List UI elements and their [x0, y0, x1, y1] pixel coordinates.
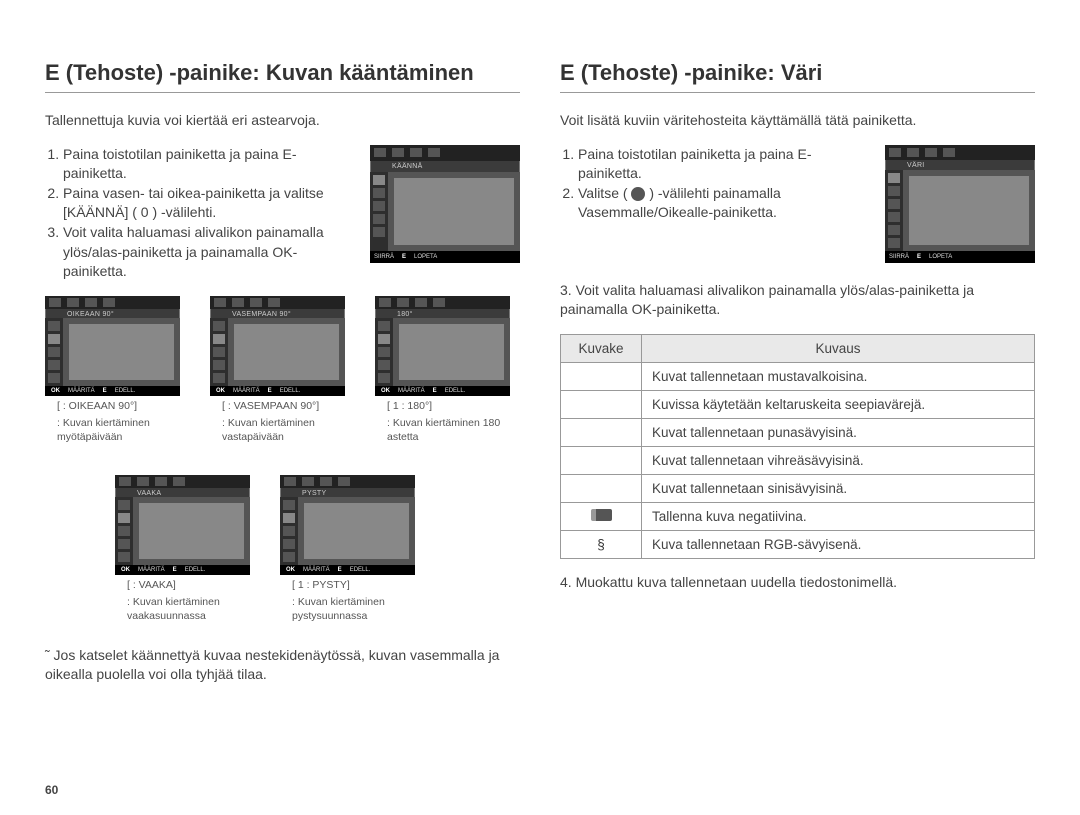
- left-column: E (Tehoste) -painike: Kuvan kääntäminen …: [45, 60, 520, 685]
- thumb-caption-1: [ 1 : 180°]: [375, 400, 510, 414]
- thumb-caption-2: : Kuvan kiertäminen vastapäivään: [210, 417, 345, 444]
- desc-cell: Tallenna kuva negatiivina.: [642, 502, 1035, 530]
- thumb-caption-2: : Kuvan kiertäminen vaakasuunnassa: [115, 596, 250, 623]
- desc-cell: Kuvat tallennetaan sinisävyisinä.: [642, 474, 1035, 502]
- list-item: Valitse ( ) -välilehti painamalla Vasemm…: [578, 184, 873, 223]
- list-item: Paina vasen- tai oikea-painiketta ja val…: [63, 184, 358, 223]
- intro-right: Voit lisätä kuviin väritehosteita käyttä…: [560, 111, 1035, 131]
- list-item: Paina toistotilan painiketta ja paina E-…: [63, 145, 358, 184]
- left-steps: Paina toistotilan painiketta ja paina E-…: [45, 145, 358, 282]
- list-item: 3. Voit valita haluamasi alivalikon pain…: [560, 281, 1035, 320]
- camera-screenshot-rotate: KÄÄNNÄ SIIRRÄ E LOPETA: [370, 145, 520, 263]
- list-item: Paina toistotilan painiketta ja paina E-…: [578, 145, 873, 184]
- thumb-block: OIKEAAN 90°OKMÄÄRITÄEEDELL. [ : OIKEAAN 9…: [45, 296, 180, 445]
- shot-title: 180°: [375, 309, 510, 318]
- list-item: Voit valita haluamasi alivalikon painama…: [63, 223, 358, 282]
- right-column: E (Tehoste) -painike: Väri Voit lisätä k…: [560, 60, 1035, 685]
- camera-screenshot-thumb: PYSTYOKMÄÄRITÄEEDELL.: [280, 475, 415, 575]
- desc-cell: Kuvat tallennetaan vihreäsävyisinä.: [642, 446, 1035, 474]
- icon-cell: [561, 502, 642, 530]
- thumb-block: VAAKAOKMÄÄRITÄEEDELL. [ : VAAKA] : Kuvan k…: [115, 475, 250, 624]
- thumb-block: VASEMPAAN 90°OKMÄÄRITÄEEDELL. [ : VASEMPA…: [210, 296, 345, 445]
- icon-cell: [561, 362, 642, 390]
- camera-screenshot-thumb: OIKEAAN 90°OKMÄÄRITÄEEDELL.: [45, 296, 180, 396]
- table-row: Kuvat tallennetaan sinisävyisinä.: [561, 474, 1035, 502]
- shot-title: PYSTY: [280, 488, 415, 497]
- table-row: Kuvat tallennetaan mustavalkoisina.: [561, 362, 1035, 390]
- thumb-caption-1: [ 1 : PYSTY]: [280, 579, 415, 593]
- thumb-block: PYSTYOKMÄÄRITÄEEDELL. [ 1 : PYSTY] : Kuvan…: [280, 475, 415, 624]
- negative-icon: [591, 509, 612, 521]
- desc-cell: Kuvat tallennetaan mustavalkoisina.: [642, 362, 1035, 390]
- thumb-caption-1: [ : VASEMPAAN 90°]: [210, 400, 345, 414]
- rule: [45, 92, 520, 93]
- camera-screenshot-thumb: 180°OKMÄÄRITÄEEDELL.: [375, 296, 510, 396]
- icon-cell: [561, 446, 642, 474]
- shot-title: KÄÄNNÄ: [370, 161, 520, 172]
- icon-cell: [561, 390, 642, 418]
- desc-cell: Kuvissa käytetään keltaruskeita seepiavä…: [642, 390, 1035, 418]
- table-row: Kuvat tallennetaan vihreäsävyisinä.: [561, 446, 1035, 474]
- thumb-caption-1: [ : OIKEAAN 90°]: [45, 400, 180, 414]
- color-table: Kuvake Kuvaus Kuvat tallennetaan mustava…: [560, 334, 1035, 559]
- rule: [560, 92, 1035, 93]
- palette-icon: [631, 187, 645, 201]
- desc-cell: Kuva tallennetaan RGB-sävyisenä.: [642, 530, 1035, 558]
- intro-left: Tallennettuja kuvia voi kiertää eri aste…: [45, 111, 520, 131]
- heading-right: E (Tehoste) -painike: Väri: [560, 60, 1035, 86]
- shot-title: VAAKA: [115, 488, 250, 497]
- footnote: ˜ Jos katselet käännettyä kuvaa nestekid…: [45, 646, 520, 685]
- shot-title: VÄRI: [885, 160, 1035, 171]
- page-number: 60: [45, 783, 58, 797]
- icon-cell: [561, 418, 642, 446]
- heading-left: E (Tehoste) -painike: Kuvan kääntäminen: [45, 60, 520, 86]
- th-icon: Kuvake: [561, 334, 642, 362]
- camera-screenshot-thumb: VAAKAOKMÄÄRITÄEEDELL.: [115, 475, 250, 575]
- right-steps: Paina toistotilan painiketta ja paina E-…: [560, 145, 873, 223]
- thumb-caption-2: : Kuvan kiertäminen myötäpäivään: [45, 417, 180, 444]
- table-row: Kuvissa käytetään keltaruskeita seepiavä…: [561, 390, 1035, 418]
- thumb-grid: OIKEAAN 90°OKMÄÄRITÄEEDELL. [ : OIKEAAN 9…: [45, 296, 520, 624]
- camera-screenshot-color: VÄRI SIIRRÄ E LOPETA: [885, 145, 1035, 263]
- camera-screenshot-thumb: VASEMPAAN 90°OKMÄÄRITÄEEDELL.: [210, 296, 345, 396]
- icon-cell: §: [561, 530, 642, 558]
- table-row: §Kuva tallennetaan RGB-sävyisenä.: [561, 530, 1035, 558]
- shot-title: OIKEAAN 90°: [45, 309, 180, 318]
- table-row: Tallenna kuva negatiivina.: [561, 502, 1035, 530]
- thumb-caption-2: : Kuvan kiertäminen 180 astetta: [375, 417, 510, 444]
- thumb-caption-2: : Kuvan kiertäminen pystysuunnassa: [280, 596, 415, 623]
- table-row: Kuvat tallennetaan punasävyisinä.: [561, 418, 1035, 446]
- icon-cell: [561, 474, 642, 502]
- th-desc: Kuvaus: [642, 334, 1035, 362]
- thumb-caption-1: [ : VAAKA]: [115, 579, 250, 593]
- shot-title: VASEMPAAN 90°: [210, 309, 345, 318]
- after-text: 4. Muokattu kuva tallennetaan uudella ti…: [560, 573, 1035, 593]
- desc-cell: Kuvat tallennetaan punasävyisinä.: [642, 418, 1035, 446]
- thumb-block: 180°OKMÄÄRITÄEEDELL. [ 1 : 180°] : Kuvan k…: [375, 296, 510, 445]
